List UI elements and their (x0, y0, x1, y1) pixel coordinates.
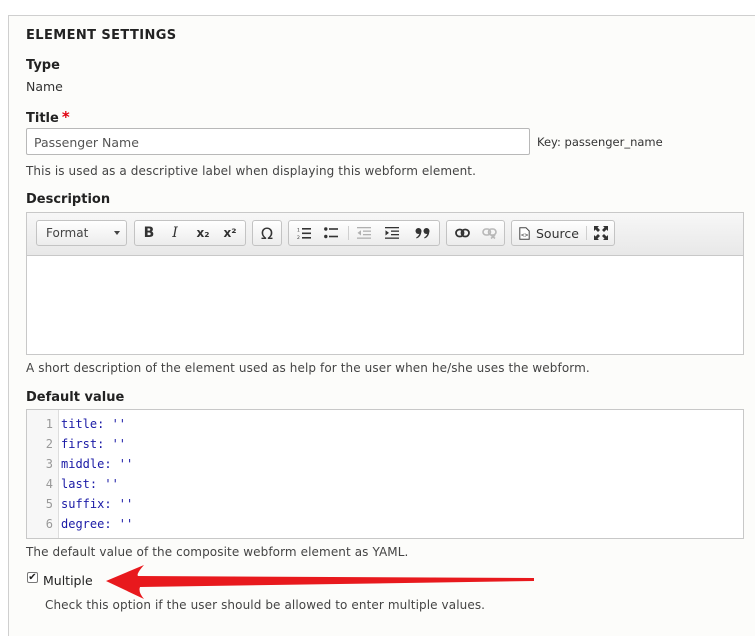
description-label: Description (26, 192, 111, 207)
toolbar-separator (586, 226, 587, 240)
basic-styles-group: B I x₂ x² (134, 220, 246, 246)
editor-toolbar: Format B I x₂ x² Ω 12 <> Source (27, 213, 743, 256)
line-number: 5 (45, 497, 53, 511)
default-value-code-editor[interactable]: 1 title: '' 2 first: '' 3 middle: '' 4 last:… (26, 409, 744, 539)
machine-name: Key: passenger_name (537, 135, 663, 149)
code-text: first: '' (61, 437, 127, 451)
bold-button[interactable]: B (137, 221, 161, 245)
line-number: 4 (45, 477, 53, 491)
code-text: suffix: '' (61, 497, 134, 511)
bulleted-list-icon[interactable] (319, 221, 343, 245)
source-button[interactable]: <> Source (515, 221, 585, 245)
special-character-button[interactable]: Ω (255, 221, 279, 245)
code-text: last: '' (61, 477, 119, 491)
link-icon[interactable] (450, 221, 474, 245)
source-icon: <> (519, 226, 530, 240)
blockquote-icon[interactable] (410, 221, 436, 245)
arrow-annotation-icon (106, 565, 534, 599)
format-dropdown[interactable]: Format (36, 220, 127, 246)
line-number: 2 (45, 437, 53, 451)
svg-text:2: 2 (297, 235, 300, 240)
required-marker: * (61, 108, 70, 126)
line-number: 1 (45, 417, 53, 431)
superscript-button[interactable]: x² (217, 221, 243, 245)
title-help: This is used as a descriptive label when… (26, 164, 477, 178)
list-group: 12 (288, 220, 440, 246)
link-group (446, 220, 505, 246)
chevron-down-icon (114, 231, 120, 235)
source-label: Source (536, 225, 579, 241)
line-number: 3 (45, 457, 53, 471)
fieldset-legend: ELEMENT SETTINGS (26, 28, 177, 43)
default-value-help: The default value of the composite webfo… (26, 545, 409, 559)
code-text: degree: '' (61, 517, 134, 531)
code-text: title: '' (61, 417, 127, 431)
unlink-icon[interactable] (477, 221, 501, 245)
toolbar-separator (348, 226, 349, 240)
default-value-label: Default value (26, 390, 125, 405)
title-input[interactable]: Passenger Name (26, 128, 530, 155)
svg-text:<>: <> (521, 232, 529, 239)
multiple-checkbox[interactable]: ✔ (27, 572, 38, 583)
description-help: A short description of the element used … (26, 361, 590, 375)
italic-button[interactable]: I (163, 221, 187, 245)
svg-text:1: 1 (297, 227, 300, 233)
line-number: 6 (45, 517, 53, 531)
maximize-icon[interactable] (589, 221, 613, 245)
subscript-button[interactable]: x₂ (190, 221, 216, 245)
title-label-text: Title (26, 111, 59, 126)
multiple-label[interactable]: Multiple (43, 573, 93, 588)
type-value: Name (26, 79, 63, 94)
outdent-icon[interactable] (352, 221, 376, 245)
title-label: Title * (26, 108, 70, 126)
source-group: <> Source (511, 220, 615, 246)
editor-content-area[interactable] (27, 256, 743, 354)
format-label: Format (46, 226, 89, 240)
type-label: Type (26, 58, 60, 73)
special-char-group: Ω (252, 220, 282, 246)
numbered-list-icon[interactable]: 12 (292, 221, 316, 245)
description-editor: Format B I x₂ x² Ω 12 <> Source (26, 212, 744, 355)
code-text: middle: '' (61, 457, 134, 471)
indent-icon[interactable] (380, 221, 404, 245)
